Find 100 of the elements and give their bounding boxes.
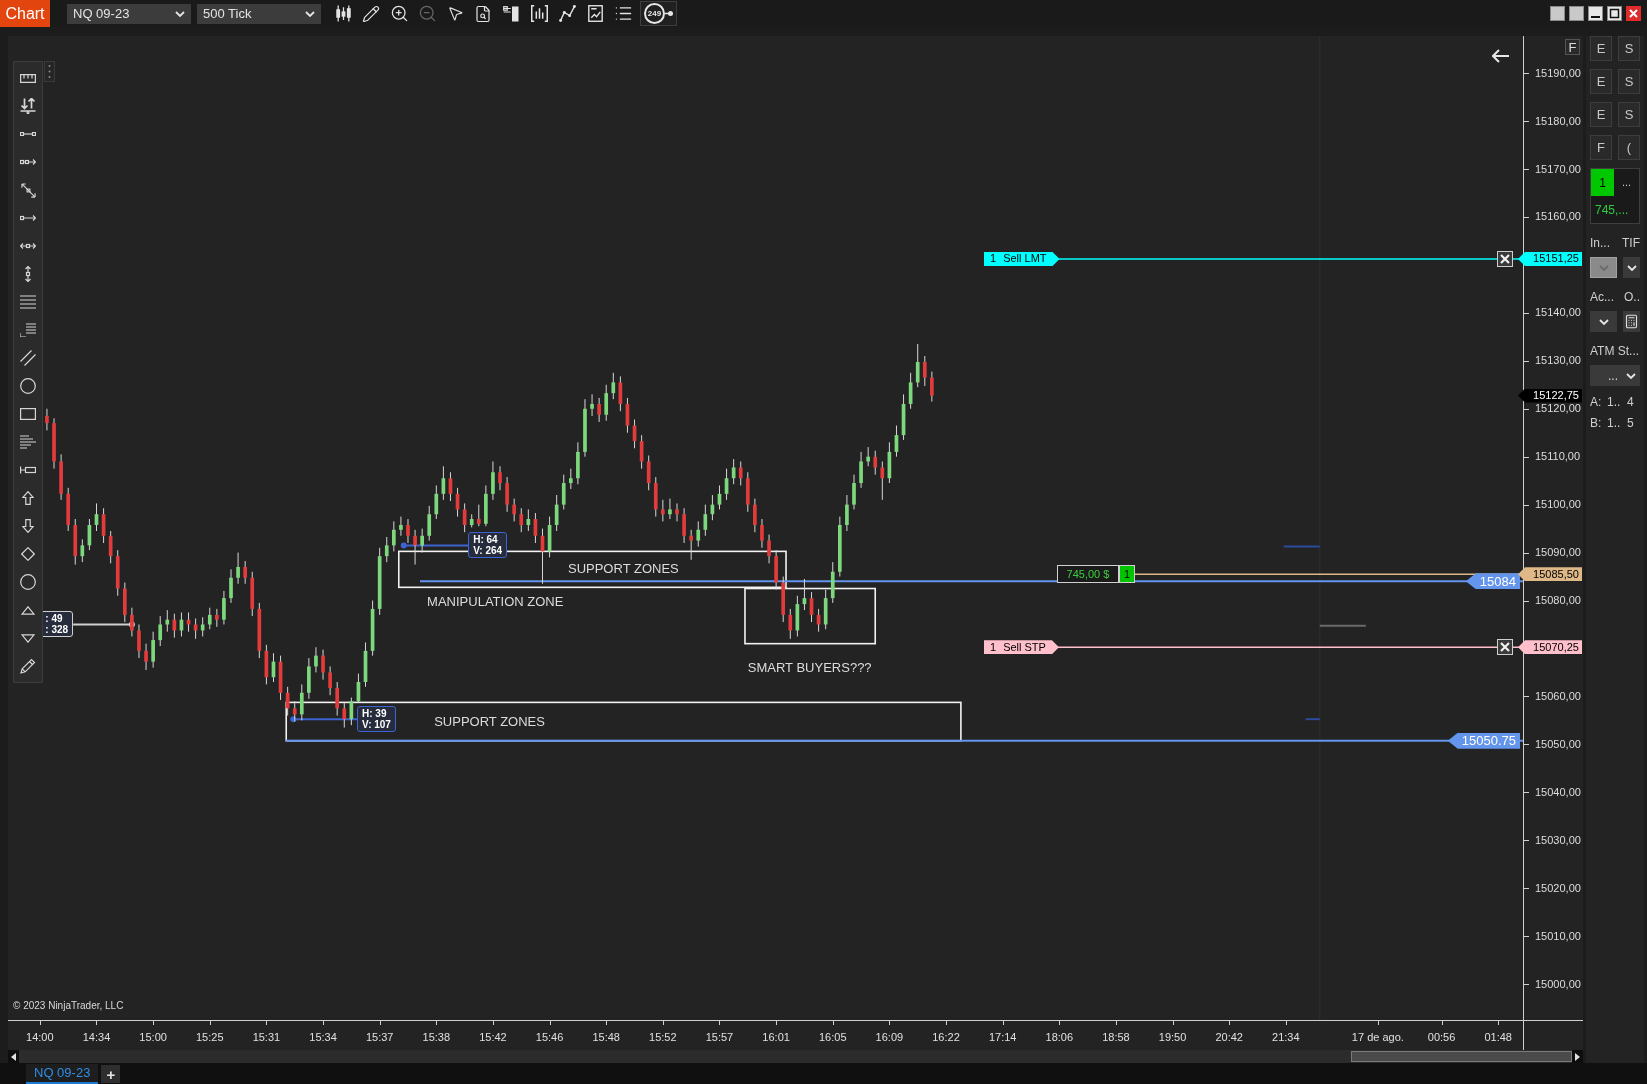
candlestick <box>59 454 63 500</box>
horizontal-lines-icon[interactable] <box>20 295 36 309</box>
grip-icon[interactable] <box>44 61 55 82</box>
time-axis-label: 15:34 <box>309 1031 337 1044</box>
candlestick-icon[interactable] <box>334 5 352 22</box>
arrow-line-icon[interactable] <box>20 215 36 221</box>
stepped-lines-icon[interactable] <box>20 323 36 337</box>
dropdown[interactable] <box>1623 257 1640 278</box>
candlestick <box>307 658 311 699</box>
time-axis-label: 15:31 <box>252 1031 281 1044</box>
price-axis-label: 15160,00 <box>1535 210 1581 224</box>
dropdown[interactable]: ... <box>1590 365 1640 386</box>
dropdown[interactable] <box>1590 311 1617 332</box>
order-flag[interactable]: 1 Sell STP <box>984 640 1059 655</box>
order-button[interactable]: S <box>1618 36 1640 61</box>
price-axis-label: 15130,00 <box>1535 354 1581 368</box>
vertical-line-icon[interactable] <box>25 266 31 282</box>
ellipse-icon[interactable] <box>20 378 36 394</box>
axis-price-tag: 15085,50 <box>1518 567 1582 582</box>
pencil-icon[interactable] <box>20 658 36 674</box>
triangle-down-icon[interactable] <box>21 633 35 643</box>
triangle-up-icon[interactable] <box>21 605 35 615</box>
position-quantity: 1 <box>1591 169 1614 196</box>
text-bar-icon[interactable] <box>20 466 36 474</box>
line-chart-icon[interactable] <box>558 5 576 22</box>
add-tab-button[interactable]: + <box>101 1065 121 1083</box>
minimize-icon[interactable] <box>1588 6 1603 21</box>
field-label: TIF <box>1622 237 1640 250</box>
window-tile-icon[interactable] <box>1550 6 1565 21</box>
order-button[interactable]: E <box>1590 69 1612 94</box>
horizontal-line-icon[interactable] <box>20 243 36 249</box>
candlestick <box>753 498 757 533</box>
bar-count-button[interactable]: 249 <box>644 3 665 24</box>
axis-toggle-button[interactable]: F <box>1565 39 1580 55</box>
scrollbar-thumb[interactable] <box>1351 1051 1572 1062</box>
order-button[interactable]: E <box>1590 36 1612 61</box>
close-icon[interactable] <box>1626 6 1641 21</box>
chart-note: MANIPULATION ZONE <box>427 592 564 611</box>
candlestick <box>420 528 424 553</box>
document-chart-icon[interactable] <box>587 5 603 22</box>
candlestick <box>314 647 318 673</box>
candlestick <box>802 578 807 611</box>
price-axis-label: 15110,00 <box>1535 450 1581 464</box>
axis-price-tag: 15151,25 <box>1518 251 1582 266</box>
order-button[interactable]: S <box>1618 69 1640 94</box>
window-tile-icon[interactable] <box>1569 6 1584 21</box>
arrow-up-icon[interactable] <box>22 491 34 505</box>
interval-select[interactable]: 500 Tick <box>197 3 321 24</box>
time-axis-label: 19:50 <box>1158 1031 1187 1044</box>
candlestick <box>392 521 396 552</box>
candlestick <box>696 521 701 547</box>
candlestick <box>151 631 155 668</box>
calculator-button[interactable] <box>1623 311 1640 332</box>
line-segment-icon[interactable] <box>20 132 36 136</box>
order-button[interactable]: ( <box>1618 135 1640 160</box>
panel-layout-icon[interactable] <box>503 5 519 22</box>
instrument-select[interactable]: NQ 09-23 <box>67 3 191 24</box>
scroll-left-icon[interactable] <box>11 1052 16 1061</box>
candlestick <box>767 534 771 564</box>
arrow-down-icon[interactable] <box>22 519 34 533</box>
order-button[interactable]: E <box>1590 102 1612 127</box>
diagonal-line-icon[interactable] <box>20 182 36 198</box>
ruler-icon[interactable] <box>20 73 36 83</box>
app-title-tab[interactable]: Chart <box>0 0 50 27</box>
scroll-right-icon[interactable] <box>1575 1052 1580 1061</box>
maximize-icon[interactable] <box>1607 6 1622 21</box>
horizontal-bars-icon[interactable] <box>20 435 36 449</box>
pencil-icon[interactable] <box>362 4 380 23</box>
ray-icon[interactable] <box>20 159 36 165</box>
time-axis-label: 18:58 <box>1102 1031 1130 1044</box>
zone-rectangle[interactable] <box>744 587 877 645</box>
cancel-order-button[interactable] <box>1497 639 1513 656</box>
candlestick <box>215 608 219 627</box>
field-label: In... <box>1590 237 1610 250</box>
document-search-icon[interactable] <box>474 4 492 23</box>
diamond-icon[interactable] <box>21 547 35 561</box>
time-axis-label: 00:56 <box>1427 1031 1456 1044</box>
price-axis-label: 15000,00 <box>1535 977 1581 991</box>
candlestick <box>45 408 49 431</box>
cancel-order-button[interactable] <box>1497 250 1513 267</box>
position-menu-button[interactable]: ... <box>1614 169 1639 196</box>
order-button[interactable]: S <box>1618 102 1640 127</box>
order-flag[interactable]: 1 Sell LMT <box>984 251 1060 266</box>
candlestick <box>576 442 580 485</box>
cursor-icon[interactable] <box>446 5 464 22</box>
chevron-down-icon <box>305 10 315 17</box>
candlestick <box>590 394 594 416</box>
bar-chart-icon[interactable] <box>530 5 548 22</box>
rectangle-icon[interactable] <box>20 408 36 420</box>
order-button[interactable]: F <box>1590 135 1612 160</box>
arrow-left-icon[interactable] <box>1492 49 1510 63</box>
circle-icon[interactable] <box>20 574 36 590</box>
parallel-lines-icon[interactable] <box>20 350 36 366</box>
candlestick <box>505 477 509 512</box>
zoom-in-icon[interactable] <box>389 4 409 23</box>
arrows-up-down-icon[interactable] <box>20 98 36 114</box>
list-icon[interactable] <box>613 4 633 23</box>
instrument-tab[interactable]: NQ 09-23 <box>26 1064 99 1084</box>
time-axis-label: 15:48 <box>592 1031 620 1044</box>
candlestick <box>838 516 842 577</box>
